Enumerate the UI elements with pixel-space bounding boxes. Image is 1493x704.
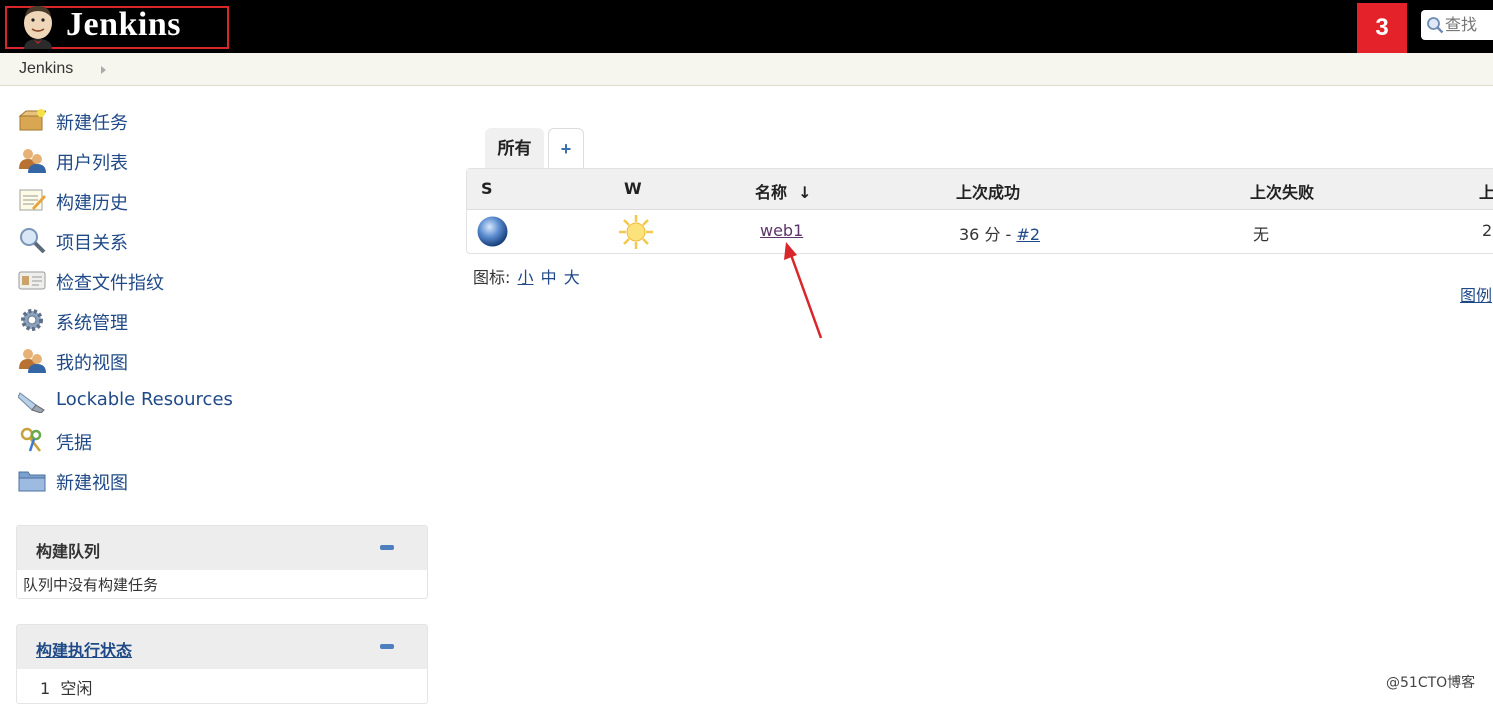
search-box[interactable] xyxy=(1421,10,1493,40)
my-views-icon xyxy=(19,349,46,373)
collapse-icon[interactable] xyxy=(380,644,394,649)
build-queue-panel: 构建队列 队列中没有构建任务 xyxy=(16,525,428,599)
header-last-duration[interactable]: 上 xyxy=(1479,179,1493,203)
last-failure-cell: 无 xyxy=(1253,225,1270,244)
collapse-icon[interactable] xyxy=(380,545,394,550)
gear-icon xyxy=(21,309,43,331)
sidebar-item-label: Lockable Resources xyxy=(56,389,233,410)
header-status[interactable]: S xyxy=(481,179,493,198)
icon-size-small[interactable]: 小 xyxy=(518,268,534,287)
tab-add-view[interactable]: + xyxy=(548,128,584,168)
build-history-icon xyxy=(19,189,46,211)
annotation-arrow-icon xyxy=(784,242,823,339)
watermark: @51CTO博客 xyxy=(1386,675,1476,691)
users-icon xyxy=(19,149,46,173)
executor-number: 1 xyxy=(40,679,51,698)
executor-row: 1 空闲 xyxy=(40,675,92,699)
sidebar-item-label: 用户列表 xyxy=(56,153,128,174)
job-table-header: S W 名称 ↓ 上次成功 上次失败 上 xyxy=(467,169,1493,210)
sidebar-item-label: 构建历史 xyxy=(56,193,128,214)
search-input[interactable] xyxy=(1445,14,1493,34)
build-queue-header: 构建队列 xyxy=(17,526,427,570)
search-icon xyxy=(1427,17,1444,34)
new-item-icon xyxy=(18,109,46,131)
header-last-success[interactable]: 上次成功 xyxy=(956,179,1020,203)
last-success-time: 36 分 - xyxy=(959,225,1017,244)
last-success-build-link[interactable]: #2 xyxy=(1016,225,1040,244)
sort-arrow-icon: ↓ xyxy=(798,183,812,202)
breadcrumb-arrow-icon[interactable] xyxy=(101,66,106,74)
notification-badge[interactable]: 3 xyxy=(1357,3,1407,53)
icon-size-medium[interactable]: 中 xyxy=(541,268,557,287)
blue-ball-icon xyxy=(477,216,508,247)
legend-link[interactable]: 图例 xyxy=(1460,282,1492,306)
build-queue-empty-text: 队列中没有构建任务 xyxy=(23,576,159,594)
sidebar-item-label: 我的视图 xyxy=(56,353,128,374)
job-table: S W 名称 ↓ 上次成功 上次失败 上 web1 36 分 - #2 无 2 xyxy=(466,168,1493,254)
icon-size-selector: 图标: 小 中 大 xyxy=(473,264,580,288)
sidebar-item-label: 系统管理 xyxy=(56,313,128,334)
executor-status-title[interactable]: 构建执行状态 xyxy=(36,637,132,661)
credentials-keys-icon xyxy=(20,427,42,452)
fingerprint-card-icon xyxy=(18,271,46,290)
sidebar-item-label: 项目关系 xyxy=(56,233,128,254)
build-queue-title: 构建队列 xyxy=(36,542,101,561)
header-name[interactable]: 名称 ↓ xyxy=(755,179,812,203)
sidebar-item-label: 新建视图 xyxy=(56,473,128,494)
breadcrumb: Jenkins xyxy=(0,53,1493,86)
executor-state: 空闲 xyxy=(60,679,93,698)
sidebar-item-label: 检查文件指纹 xyxy=(56,273,164,294)
header-weather[interactable]: W xyxy=(624,179,642,198)
icon-size-large[interactable]: 大 xyxy=(564,268,580,287)
executor-status-header: 构建执行状态 xyxy=(17,625,427,669)
tab-all[interactable]: 所有 xyxy=(485,128,544,168)
jenkins-logo-text[interactable]: Jenkins xyxy=(66,5,181,45)
usb-drive-icon xyxy=(18,392,45,413)
sun-icon xyxy=(619,215,653,249)
job-link-web1[interactable]: web1 xyxy=(760,221,803,240)
folder-icon xyxy=(18,471,46,492)
sidebar-item-label: 凭据 xyxy=(56,433,92,454)
top-header: Jenkins 3 xyxy=(0,0,1493,53)
jenkins-butler-icon[interactable] xyxy=(16,3,60,49)
last-duration-cell: 2 xyxy=(1482,221,1493,240)
icon-size-label: 图标: xyxy=(473,268,511,287)
magnifier-icon xyxy=(20,228,46,253)
header-last-failure[interactable]: 上次失败 xyxy=(1250,179,1314,203)
sidebar-item-label: 新建任务 xyxy=(56,113,128,134)
last-success-cell: 36 分 - #2 xyxy=(959,221,1040,245)
breadcrumb-jenkins[interactable]: Jenkins xyxy=(19,60,73,78)
header-name-label: 名称 xyxy=(755,183,788,202)
